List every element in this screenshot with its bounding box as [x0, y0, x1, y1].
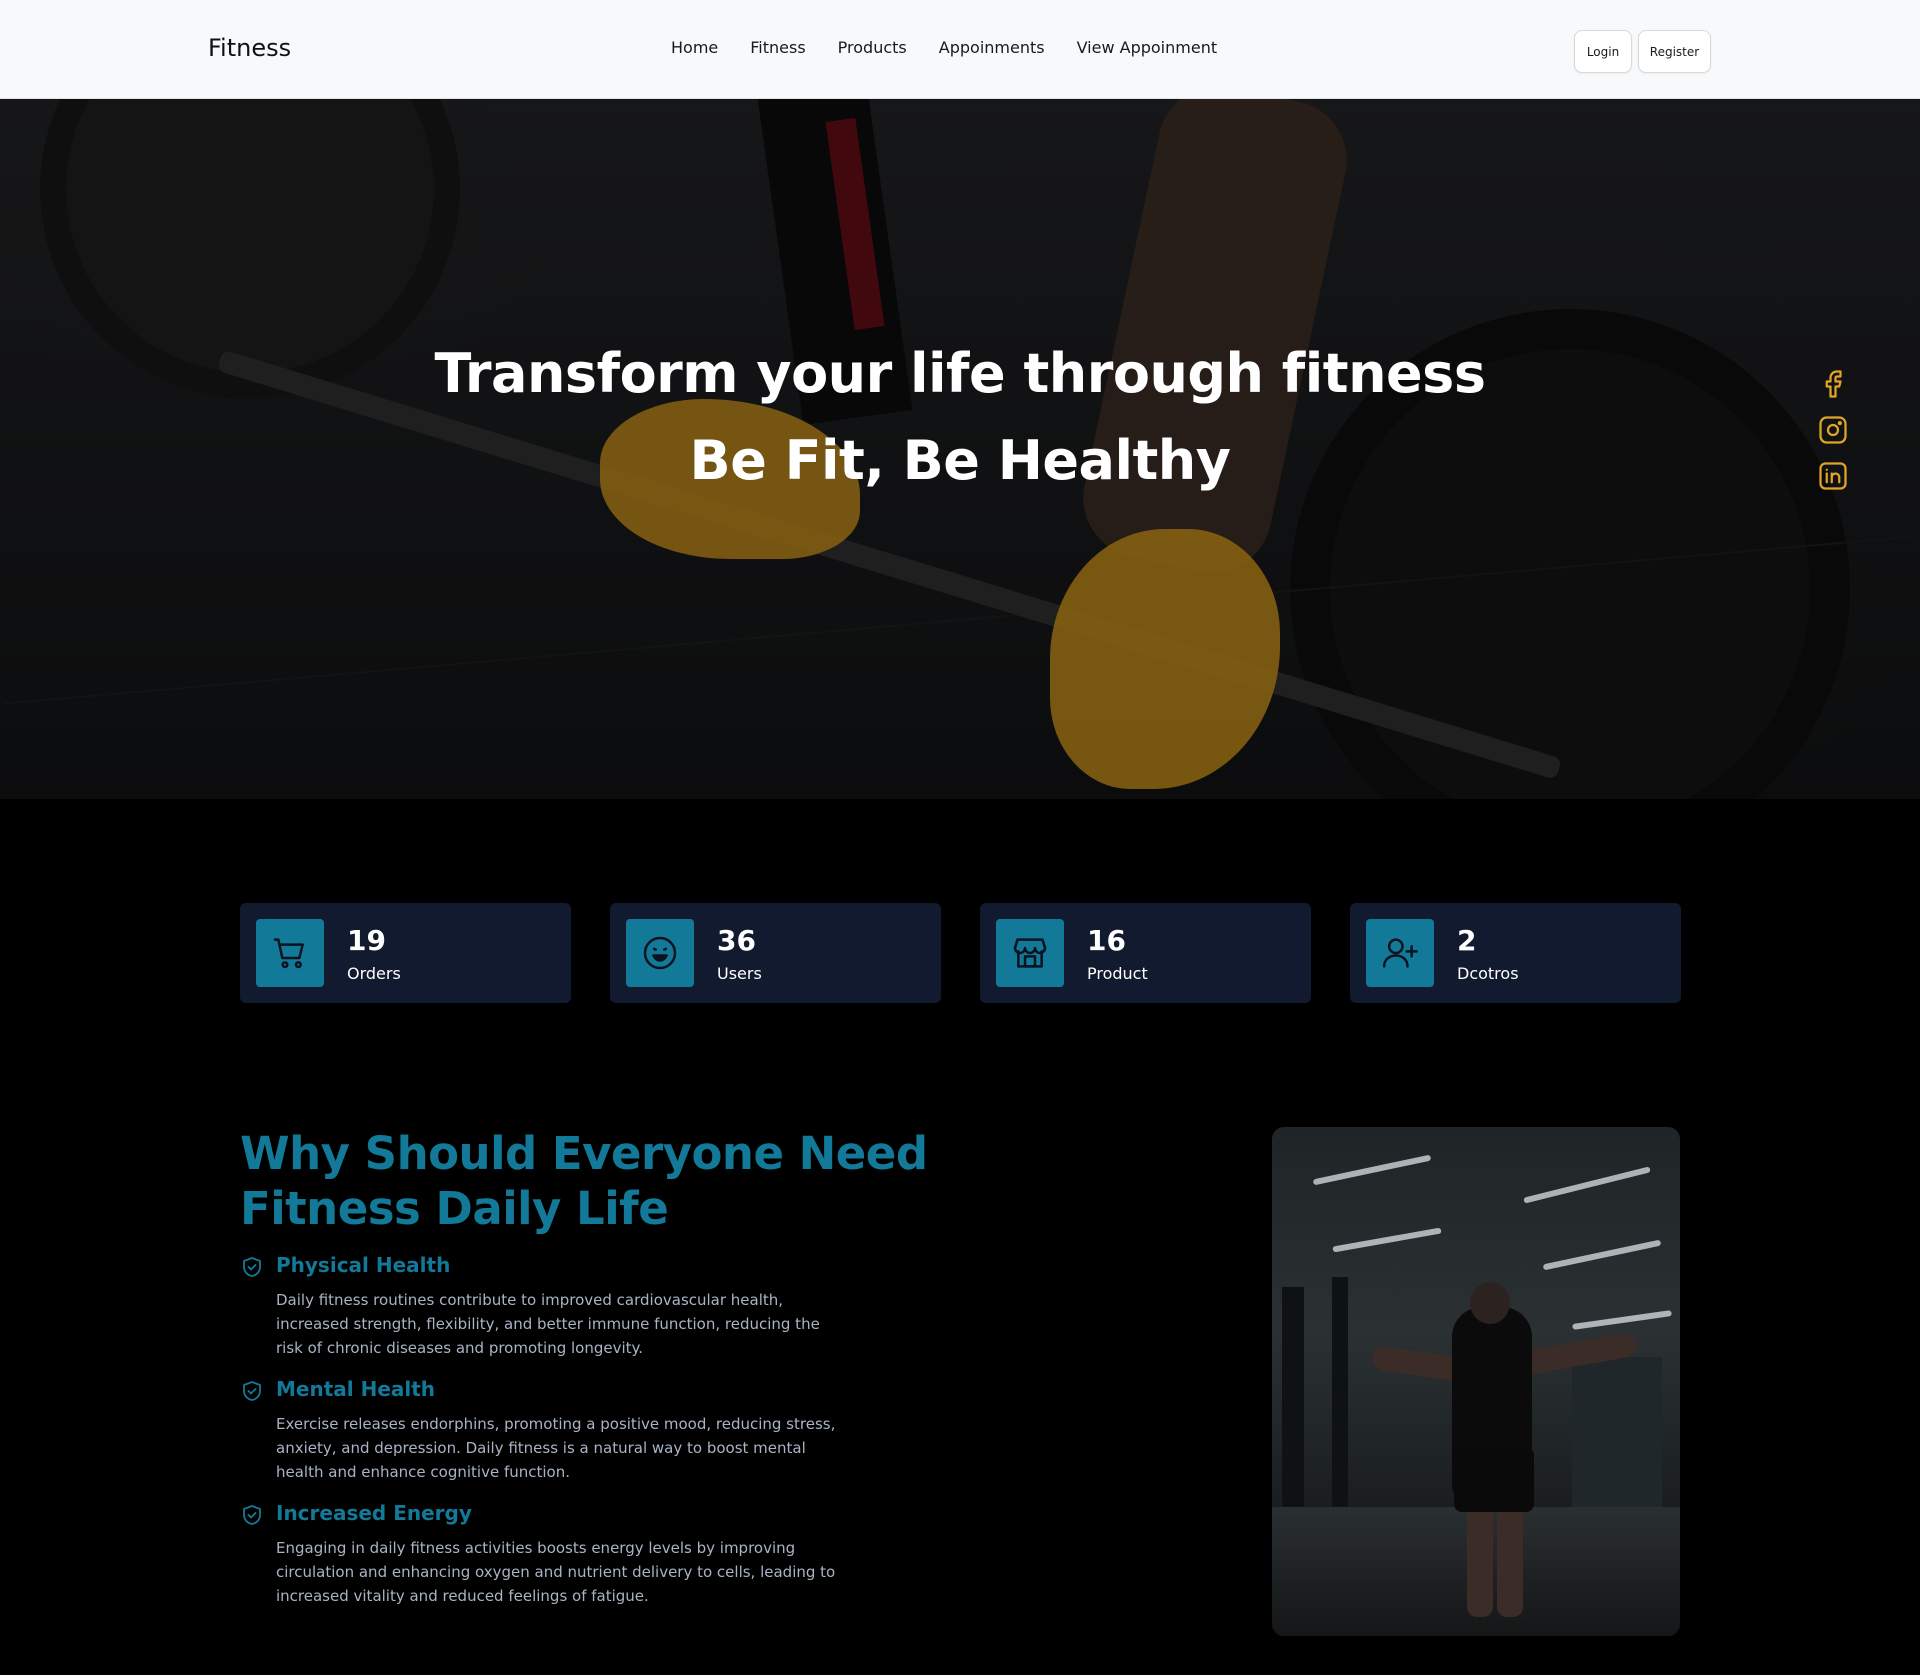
- instagram-icon[interactable]: [1818, 415, 1848, 445]
- gym-ceiling-light: [1572, 1310, 1672, 1330]
- stat-value: 2: [1457, 924, 1477, 957]
- nav-links: Home Fitness Products Appoinments View A…: [671, 38, 1249, 57]
- feature-description: Engaging in daily fitness activities boo…: [276, 1539, 836, 1605]
- athlete-head: [1470, 1282, 1510, 1324]
- nav-link-home[interactable]: Home: [671, 38, 718, 57]
- stat-value: 16: [1087, 924, 1126, 957]
- why-fitness-title: Why Should Everyone Need Fitness Daily L…: [240, 1127, 928, 1235]
- stat-label: Product: [1087, 964, 1148, 983]
- shield-check-icon: [243, 1505, 261, 1525]
- linkedin-icon[interactable]: [1818, 461, 1848, 491]
- nav-link-view-appoinment[interactable]: View Appoinment: [1077, 38, 1218, 57]
- gym-ceiling-light: [1542, 1239, 1662, 1271]
- gym-photo: [1272, 1127, 1680, 1636]
- stat-value: 19: [347, 924, 386, 957]
- register-button[interactable]: Register: [1638, 30, 1711, 73]
- hero-title: Transform your life through fitness: [434, 342, 1486, 405]
- feature-description: Daily fitness routines contribute to imp…: [276, 1291, 820, 1357]
- social-links: [1818, 369, 1848, 491]
- feature-title: Physical Health: [276, 1253, 451, 1277]
- gym-ceiling-light: [1332, 1227, 1442, 1253]
- hero-banner: Transform your life through fitness Be F…: [0, 99, 1920, 799]
- smile-icon: [626, 919, 694, 987]
- stat-label: Dcotros: [1457, 964, 1519, 983]
- facebook-icon[interactable]: [1818, 369, 1848, 399]
- user-plus-icon: [1366, 919, 1434, 987]
- gym-rack: [1332, 1277, 1348, 1537]
- gym-rack: [1282, 1287, 1304, 1537]
- gym-ceiling-light: [1523, 1166, 1651, 1204]
- stat-card-orders: 19 Orders: [240, 903, 571, 1003]
- shield-check-icon: [243, 1257, 261, 1277]
- nav-link-appoinments[interactable]: Appoinments: [939, 38, 1045, 57]
- shield-check-icon: [243, 1381, 261, 1401]
- nav-link-products[interactable]: Products: [838, 38, 907, 57]
- feature-title: Mental Health: [276, 1377, 436, 1401]
- navbar: Fitness Home Fitness Products Appoinment…: [0, 0, 1920, 99]
- feature-title: Increased Energy: [276, 1501, 472, 1525]
- stat-label: Orders: [347, 964, 401, 983]
- feature-description: Exercise releases endorphins, promoting …: [276, 1415, 836, 1481]
- stat-label: Users: [717, 964, 762, 983]
- brand-logo[interactable]: Fitness: [208, 34, 291, 62]
- cart-icon: [256, 919, 324, 987]
- hero-subtitle: Be Fit, Be Healthy: [689, 429, 1231, 492]
- stat-card-doctors: 2 Dcotros: [1350, 903, 1681, 1003]
- login-button[interactable]: Login: [1574, 30, 1632, 73]
- gym-ceiling-light: [1312, 1154, 1432, 1186]
- gym-machine: [1572, 1357, 1662, 1507]
- store-icon: [996, 919, 1064, 987]
- stat-card-product: 16 Product: [980, 903, 1311, 1003]
- stat-value: 36: [717, 924, 756, 957]
- stat-card-users: 36 Users: [610, 903, 941, 1003]
- athlete-shorts: [1454, 1447, 1534, 1512]
- nav-link-fitness[interactable]: Fitness: [750, 38, 805, 57]
